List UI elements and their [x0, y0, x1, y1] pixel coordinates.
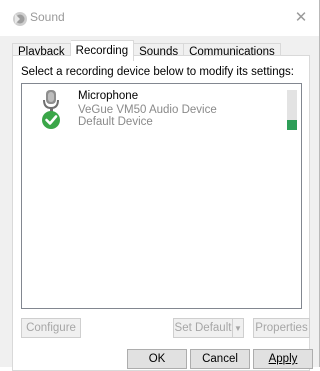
configure-button[interactable]: Configure — [21, 318, 81, 338]
device-model: VeGue VM50 Audio Device — [78, 104, 217, 116]
device-list[interactable]: Microphone VeGue VM50 Audio Device Defau… — [21, 83, 302, 309]
sound-dialog: Sound ✕ Playback Recording Sounds Commun… — [0, 0, 320, 371]
level-meter — [287, 90, 297, 130]
device-name: Microphone — [78, 90, 139, 102]
instruction-text: Select a recording device below to modif… — [21, 66, 294, 78]
set-default-dropdown[interactable]: ▼ — [232, 318, 244, 338]
tab-recording[interactable]: Recording — [70, 40, 135, 61]
close-button[interactable]: ✕ — [283, 0, 319, 34]
list-item[interactable]: Microphone VeGue VM50 Audio Device Defau… — [22, 84, 301, 134]
title-bar: Sound ✕ — [0, 0, 319, 36]
close-icon: ✕ — [294, 9, 308, 26]
set-default-button[interactable]: Set Default — [173, 318, 233, 338]
chevron-down-icon: ▼ — [234, 323, 242, 333]
device-status: Default Device — [78, 116, 153, 128]
cancel-button[interactable]: Cancel — [190, 349, 250, 369]
apply-button[interactable]: Apply — [253, 349, 313, 369]
speaker-icon — [13, 12, 27, 26]
properties-button[interactable]: Properties — [253, 318, 310, 338]
microphone-icon — [42, 90, 60, 129]
ok-button[interactable]: OK — [127, 349, 187, 369]
apply-label: Apply — [268, 353, 298, 365]
recording-panel: Select a recording device below to modif… — [12, 55, 310, 371]
window-title: Sound — [30, 10, 65, 24]
dialog-body: Playback Recording Sounds Communications… — [0, 36, 319, 371]
